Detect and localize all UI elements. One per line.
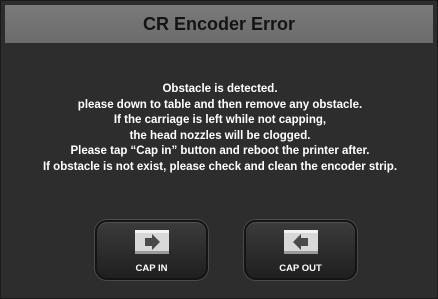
error-dialog: CR Encoder Error Obstacle is detected. p… bbox=[0, 0, 438, 299]
message-line: If obstacle is not exist, please check a… bbox=[42, 160, 398, 173]
cap-in-button[interactable]: CAP IN bbox=[95, 220, 208, 280]
cap-out-label: CAP OUT bbox=[279, 263, 322, 274]
message-line: If the carriage is left while not cappin… bbox=[113, 114, 327, 126]
cap-in-label: CAP IN bbox=[135, 263, 168, 274]
message-line: the head nozzles will be clogged. bbox=[129, 129, 311, 142]
error-message: Obstacle is detected. please down to tab… bbox=[1, 82, 438, 175]
cap-out-button[interactable]: CAP OUT bbox=[244, 220, 357, 280]
arrow-left-icon bbox=[283, 230, 318, 254]
message-line: Obstacle is detected. bbox=[162, 83, 278, 95]
message-line: Please tap “Cap in” button and reboot th… bbox=[70, 145, 370, 157]
dialog-title: CR Encoder Error bbox=[142, 13, 296, 34]
title-bar: CR Encoder Error bbox=[5, 5, 433, 43]
message-line: please down to table and then remove any… bbox=[77, 98, 363, 111]
arrow-right-icon bbox=[134, 230, 169, 254]
